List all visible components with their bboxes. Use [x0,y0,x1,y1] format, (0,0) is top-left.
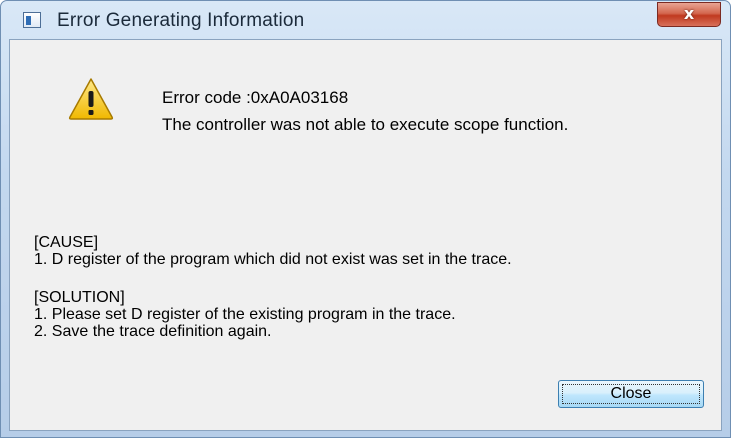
title-bar[interactable]: Error Generating Information x [1,1,730,39]
dialog-body: Error code :0xA0A03168 The controller wa… [9,39,722,431]
error-description-text: The controller was not able to execute s… [162,115,569,134]
close-button[interactable]: Close [558,380,704,408]
warning-icon [68,78,114,120]
solution-line-2: 2. Save the trace definition again. [34,323,272,340]
error-code-text: Error code :0xA0A03168 [162,88,349,107]
app-window-icon [23,12,41,28]
cause-line-1: 1. D register of the program which did n… [34,251,512,268]
cause-heading: [CAUSE] [34,234,99,251]
window-title: Error Generating Information [57,10,305,31]
close-button-label: Close [562,384,700,404]
solution-line-1: 1. Please set D register of the existing… [34,306,456,323]
title-close-button[interactable]: x [657,2,721,27]
error-dialog-window: Error Generating Information x Error cod… [0,0,731,438]
solution-heading: [SOLUTION] [34,289,125,306]
